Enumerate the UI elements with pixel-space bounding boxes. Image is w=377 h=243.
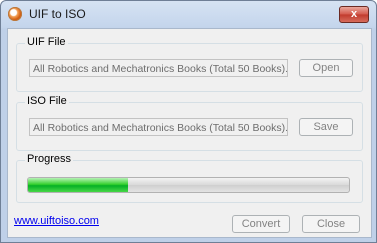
window-close-button[interactable]: x	[339, 6, 369, 23]
app-icon	[8, 7, 22, 21]
progress-group: Progress	[16, 153, 363, 203]
save-button[interactable]: Save	[299, 118, 353, 136]
close-button[interactable]: Close	[302, 215, 360, 233]
dialog-body: UIF File All Robotics and Mechatronics B…	[7, 28, 372, 238]
iso-file-group: ISO File All Robotics and Mechatronics B…	[16, 95, 363, 151]
close-icon: x	[350, 8, 358, 20]
website-link[interactable]: www.uiftoiso.com	[14, 215, 99, 227]
uif-path-field[interactable]: All Robotics and Mechatronics Books (Tot…	[29, 59, 288, 77]
progress-bar-fill	[28, 178, 128, 192]
iso-file-label: ISO File	[25, 95, 69, 107]
uif-file-group: UIF File All Robotics and Mechatronics B…	[16, 36, 363, 92]
open-button[interactable]: Open	[299, 59, 353, 77]
convert-button[interactable]: Convert	[232, 215, 290, 233]
app-window: UIF to ISO x UIF File All Robotics and M…	[0, 0, 377, 243]
iso-path-field[interactable]: All Robotics and Mechatronics Books (Tot…	[29, 118, 288, 136]
uif-file-label: UIF File	[25, 36, 68, 48]
progress-label: Progress	[25, 153, 74, 165]
progress-bar	[27, 177, 350, 193]
window-title: UIF to ISO	[29, 7, 86, 21]
title-bar[interactable]: UIF to ISO x	[1, 1, 376, 28]
